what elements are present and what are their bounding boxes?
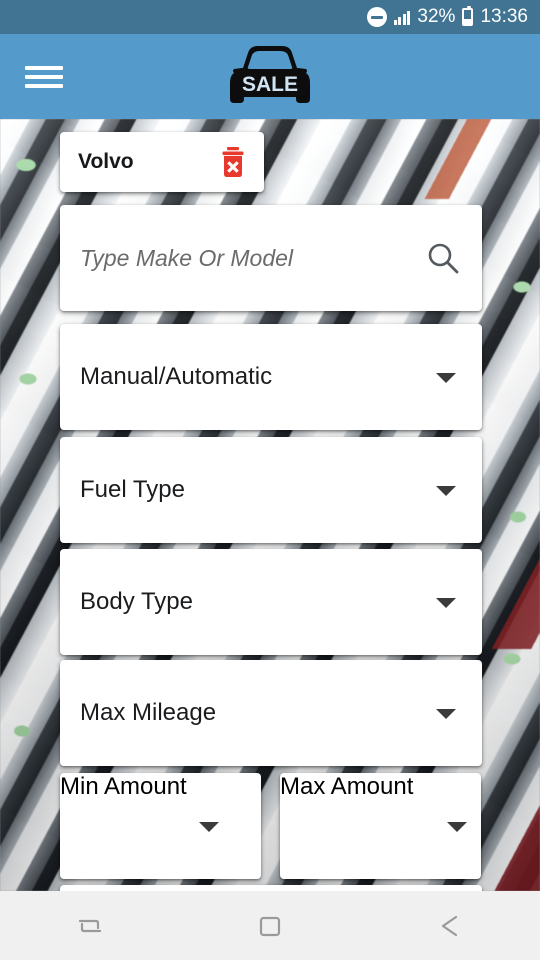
chevron-down-icon[interactable]	[436, 373, 456, 383]
dropdown-min-amount[interactable]: Min Amount	[60, 773, 261, 879]
battery-icon	[462, 6, 474, 26]
content-area: Volvo Manual/Automatic	[0, 119, 540, 891]
dropdown-body-type-label: Body Type	[80, 588, 193, 615]
clock-label: 13:36	[480, 6, 528, 27]
home-square-icon[interactable]	[225, 891, 315, 960]
back-arrow-icon[interactable]	[405, 891, 495, 960]
dropdown-body-type[interactable]: Body Type	[60, 549, 482, 655]
dropdown-fuel-type-label: Fuel Type	[80, 476, 185, 503]
dropdown-transmission[interactable]: Manual/Automatic	[60, 324, 482, 430]
dropdown-max-mileage[interactable]: Max Mileage	[60, 660, 482, 766]
status-bar: 32% 13:36	[0, 0, 540, 34]
chevron-down-icon[interactable]	[436, 598, 456, 608]
search-card[interactable]	[60, 205, 482, 311]
dropdown-max-mileage-label: Max Mileage	[80, 699, 217, 726]
dropdown-transmission-label: Manual/Automatic	[80, 363, 273, 390]
logo-text: SALE	[242, 73, 298, 96]
cellular-signal-icon	[393, 9, 411, 25]
search-input[interactable]	[80, 205, 412, 311]
dropdown-max-amount[interactable]: Max Amount	[280, 773, 481, 879]
car-search-filter-form: Volvo Manual/Automatic	[0, 119, 540, 891]
chevron-down-icon[interactable]	[447, 822, 467, 832]
search-icon[interactable]	[426, 241, 460, 275]
trash-delete-icon[interactable]	[218, 146, 248, 178]
battery-percent-label: 32%	[417, 6, 456, 27]
hamburger-menu-icon[interactable]	[25, 62, 63, 92]
selected-make-label: Volvo	[78, 150, 134, 173]
dropdown-fuel-type[interactable]: Fuel Type	[60, 437, 482, 543]
android-navigation-bar	[0, 891, 540, 960]
dropdown-max-amount-label: Max Amount	[280, 773, 414, 800]
dropdown-min-amount-label: Min Amount	[60, 773, 187, 800]
car-sale-logo-icon[interactable]: SALE	[222, 41, 318, 113]
chevron-down-icon[interactable]	[436, 486, 456, 496]
selected-make-chip[interactable]: Volvo	[60, 132, 264, 192]
chevron-down-icon[interactable]	[199, 822, 219, 832]
do-not-disturb-icon	[366, 7, 387, 27]
chevron-down-icon[interactable]	[436, 709, 456, 719]
recents-icon[interactable]	[45, 891, 135, 960]
app-bar: SALE	[0, 34, 540, 119]
